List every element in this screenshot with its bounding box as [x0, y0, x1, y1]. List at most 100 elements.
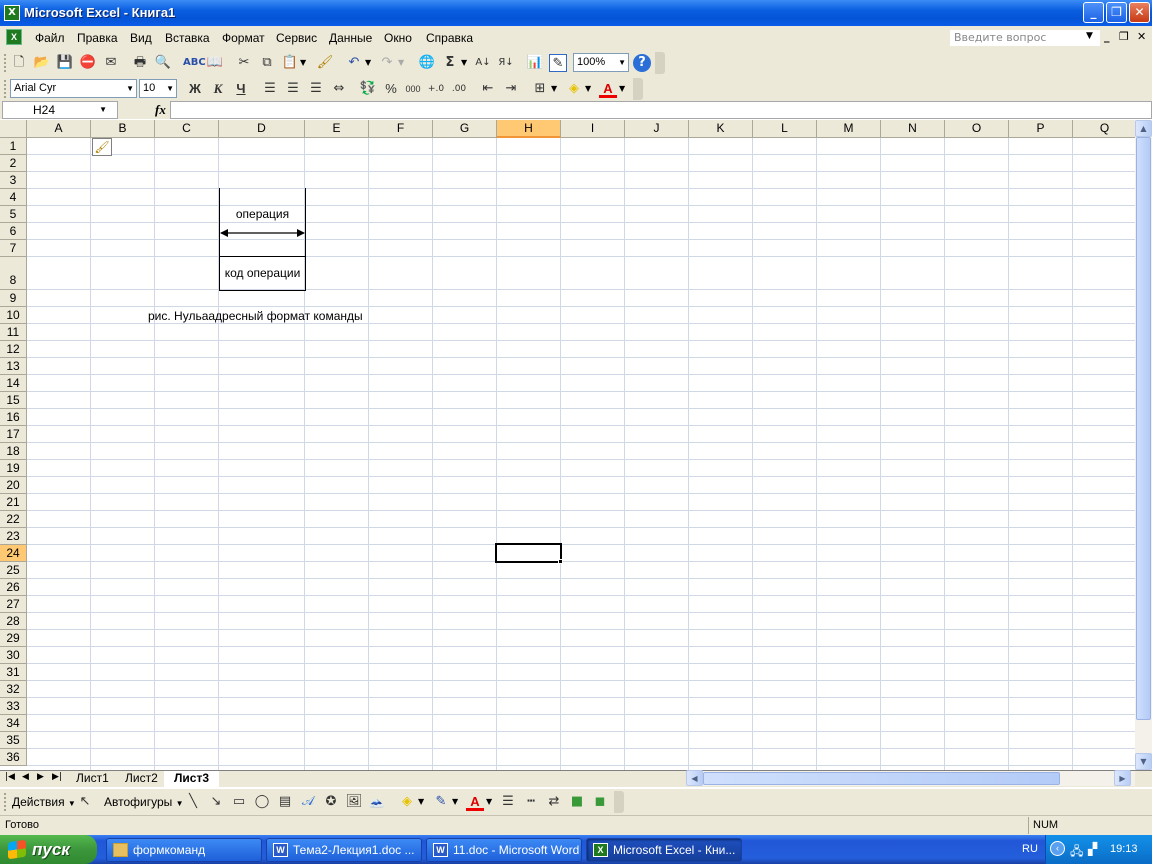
task-folder[interactable]: формкоманд: [106, 838, 262, 862]
start-button[interactable]: пуск: [0, 835, 97, 864]
column-header-h[interactable]: H: [497, 120, 561, 138]
fill-color-dropdown-icon[interactable]: ▼: [585, 80, 591, 98]
copy-icon[interactable]: ⧉: [258, 54, 276, 72]
row-header-27[interactable]: 27: [0, 596, 27, 613]
redo-icon[interactable]: ↷: [378, 54, 396, 72]
doc-minimize-button[interactable]: _: [1104, 30, 1110, 43]
column-header-i[interactable]: I: [561, 120, 625, 138]
increase-indent-icon[interactable]: ⇥: [502, 80, 520, 98]
minimize-button[interactable]: _: [1083, 2, 1104, 23]
column-header-k[interactable]: K: [689, 120, 753, 138]
font-select[interactable]: Arial Cyr ▼: [10, 79, 137, 98]
row-header-1[interactable]: 1: [0, 138, 27, 155]
help-icon[interactable]: ?: [633, 54, 651, 72]
row-header-17[interactable]: 17: [0, 426, 27, 443]
draw-fill-dropdown-icon[interactable]: ▼: [418, 793, 424, 811]
format-painter-icon[interactable]: 🖌: [316, 54, 334, 72]
autosum-dropdown-icon[interactable]: ▼: [461, 54, 467, 72]
sheet-tab-1[interactable]: Лист1: [66, 771, 119, 787]
align-right-icon[interactable]: ☰: [307, 80, 325, 98]
sheet-tab-3[interactable]: Лист3: [164, 771, 220, 787]
row-header-23[interactable]: 23: [0, 528, 27, 545]
merge-center-icon[interactable]: ⇔: [330, 80, 348, 98]
vertical-scrollbar[interactable]: ▲ ▼: [1135, 120, 1152, 770]
arrow-style-icon[interactable]: ⇄: [545, 793, 563, 811]
borders-dropdown-icon[interactable]: ▼: [551, 80, 557, 98]
row-header-22[interactable]: 22: [0, 511, 27, 528]
row-header-9[interactable]: 9: [0, 290, 27, 307]
toolbar-options[interactable]: [614, 791, 624, 813]
menu-data[interactable]: Данные: [329, 31, 372, 45]
first-sheet-icon[interactable]: |◀: [5, 772, 15, 782]
row-header-36[interactable]: 36: [0, 749, 27, 766]
task-excel[interactable]: X Microsoft Excel - Кни...: [586, 838, 742, 862]
insert-function-button[interactable]: fx: [155, 102, 166, 118]
research-icon[interactable]: 📖: [206, 54, 224, 72]
column-header-p[interactable]: P: [1009, 120, 1073, 138]
row-header-25[interactable]: 25: [0, 562, 27, 579]
row-header-33[interactable]: 33: [0, 698, 27, 715]
horizontal-scrollbar[interactable]: ◀ ▶: [686, 770, 1135, 786]
row-header-12[interactable]: 12: [0, 341, 27, 358]
next-sheet-icon[interactable]: ▶: [37, 772, 44, 782]
font-dropdown-icon[interactable]: ▼: [126, 80, 134, 97]
column-header-b[interactable]: B: [91, 120, 155, 138]
row-header-34[interactable]: 34: [0, 715, 27, 732]
size-dropdown-icon[interactable]: ▼: [166, 80, 174, 97]
underline-button[interactable]: Ч: [232, 80, 250, 98]
row-header-4[interactable]: 4: [0, 189, 27, 206]
autoshapes-menu[interactable]: Автофигуры ▼: [104, 795, 184, 809]
column-header-e[interactable]: E: [305, 120, 369, 138]
prev-sheet-icon[interactable]: ◀: [22, 772, 29, 782]
close-button[interactable]: ✕: [1129, 2, 1150, 23]
diagram-icon[interactable]: ✪: [322, 793, 340, 811]
redo-dropdown-icon[interactable]: ▼: [398, 54, 404, 72]
shadow-style-icon[interactable]: ■: [568, 793, 586, 811]
cut-icon[interactable]: ✂: [235, 54, 253, 72]
vertical-scroll-thumb[interactable]: [1136, 137, 1151, 720]
row-header-31[interactable]: 31: [0, 664, 27, 681]
wordart-icon[interactable]: 𝒜: [299, 793, 317, 811]
row-header-21[interactable]: 21: [0, 494, 27, 511]
column-header-g[interactable]: G: [433, 120, 497, 138]
menu-tools[interactable]: Сервис: [276, 31, 317, 45]
increase-decimal-icon[interactable]: +.0: [427, 80, 445, 98]
scroll-right-icon[interactable]: ▶: [1114, 770, 1131, 786]
column-header-q[interactable]: Q: [1073, 120, 1135, 138]
volume-icon[interactable]: ▞: [1088, 842, 1097, 856]
doc-restore-button[interactable]: ❐: [1119, 30, 1129, 43]
line-icon[interactable]: ╲: [184, 793, 202, 811]
bold-button[interactable]: Ж: [186, 80, 204, 98]
line-style-icon[interactable]: ☰: [499, 793, 517, 811]
row-header-16[interactable]: 16: [0, 409, 27, 426]
align-center-icon[interactable]: ☰: [284, 80, 302, 98]
name-box-dropdown-icon[interactable]: ▼: [99, 102, 107, 118]
fill-handle[interactable]: [558, 559, 563, 564]
menu-format[interactable]: Формат: [222, 31, 265, 45]
row-header-8[interactable]: 8: [0, 257, 27, 290]
ask-question-input[interactable]: Введите вопрос: [950, 30, 1100, 46]
italic-button[interactable]: К: [209, 80, 227, 98]
print-preview-icon[interactable]: 🔍: [154, 54, 172, 72]
decrease-indent-icon[interactable]: ⇤: [479, 80, 497, 98]
row-header-26[interactable]: 26: [0, 579, 27, 596]
percent-button[interactable]: %: [382, 80, 400, 98]
column-header-l[interactable]: L: [753, 120, 817, 138]
scroll-left-icon[interactable]: ◀: [686, 770, 703, 786]
sort-ascending-icon[interactable]: A↓: [474, 54, 492, 72]
clipart-icon[interactable]: 🖼: [345, 793, 363, 811]
decrease-decimal-icon[interactable]: .00: [450, 80, 468, 98]
last-sheet-icon[interactable]: ▶|: [52, 772, 62, 782]
thousands-button[interactable]: 000: [404, 80, 422, 98]
select-objects-icon[interactable]: ↖: [76, 793, 94, 811]
paste-icon[interactable]: 📋: [281, 54, 299, 72]
row-header-18[interactable]: 18: [0, 443, 27, 460]
line-color-icon[interactable]: ✎: [432, 793, 450, 811]
row-header-14[interactable]: 14: [0, 375, 27, 392]
undo-dropdown-icon[interactable]: ▼: [365, 54, 371, 72]
network-icon[interactable]: 🖧: [1070, 842, 1083, 863]
row-header-10[interactable]: 10: [0, 307, 27, 324]
workbook-icon[interactable]: X: [6, 29, 22, 45]
column-header-d[interactable]: D: [219, 120, 305, 138]
rectangle-icon[interactable]: ▭: [230, 793, 248, 811]
